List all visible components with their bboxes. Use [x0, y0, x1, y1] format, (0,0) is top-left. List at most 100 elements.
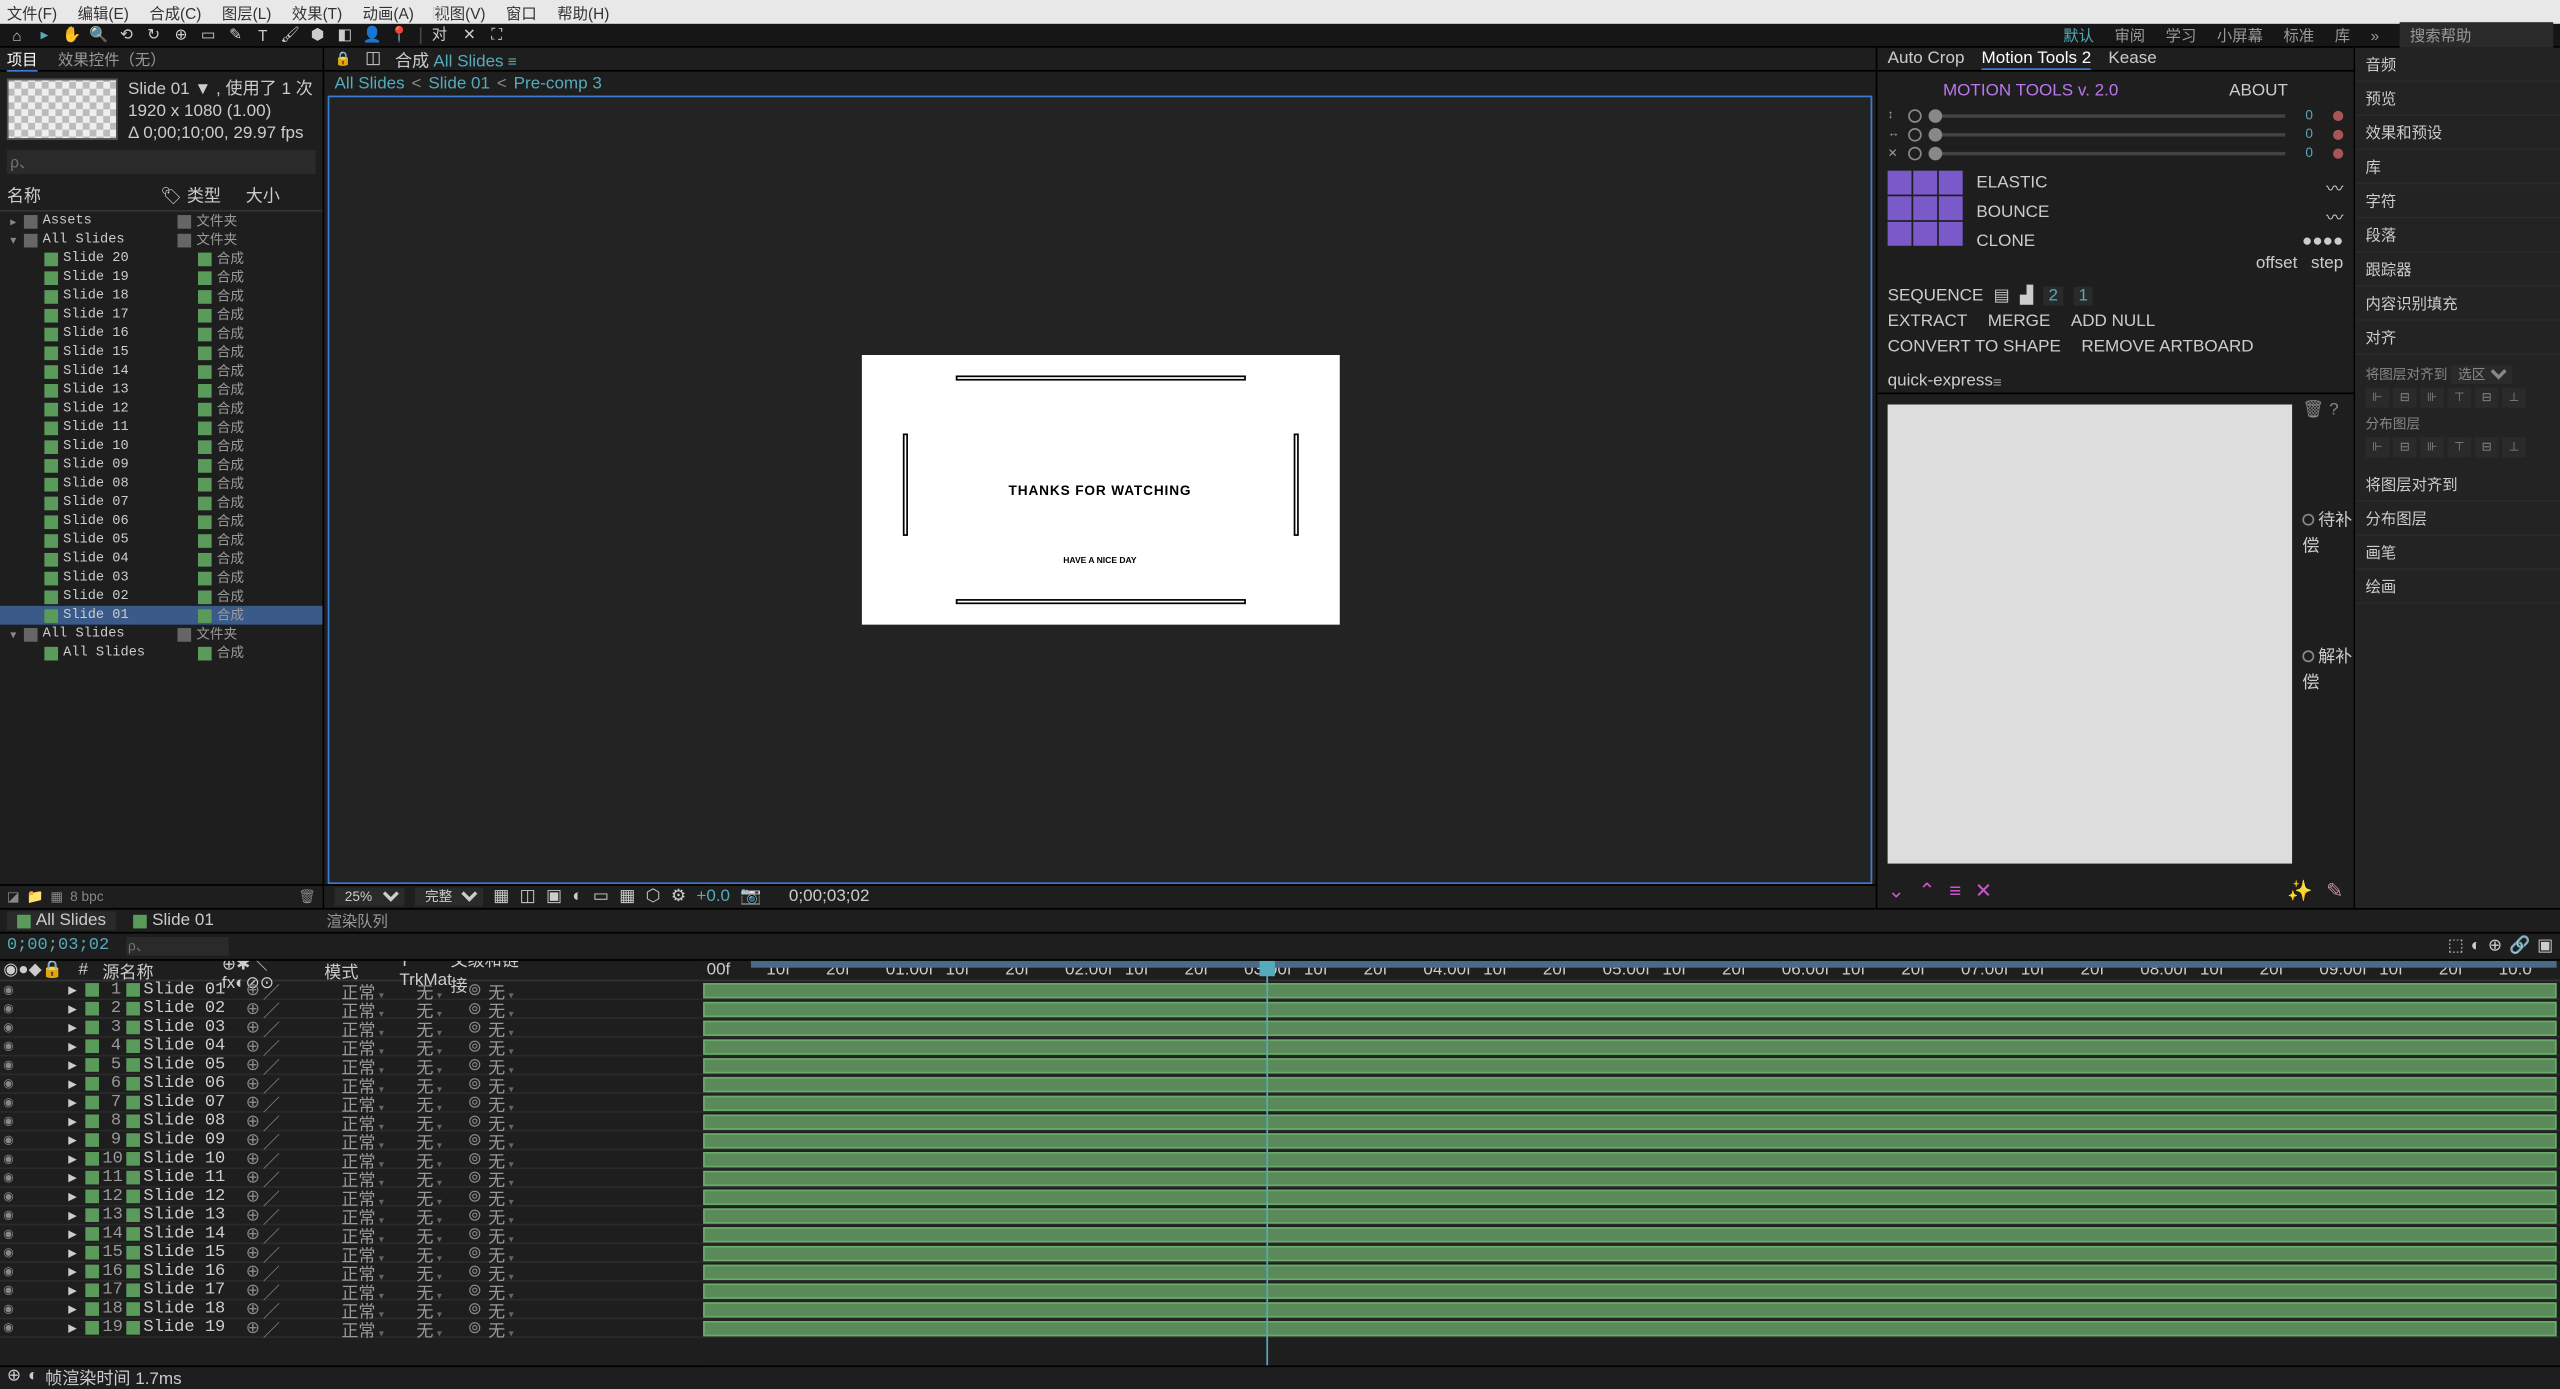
exposure[interactable]: +0.0 — [696, 887, 730, 906]
hand-icon[interactable]: ✋ — [61, 25, 81, 45]
lock-icon[interactable]: 🔒 — [335, 51, 352, 66]
ws-small[interactable]: 小屏幕 — [2217, 24, 2263, 46]
layer-bar[interactable] — [700, 1113, 2560, 1132]
tab-project[interactable]: 项目 — [7, 47, 38, 71]
interpret-icon[interactable]: ◪ — [7, 889, 20, 904]
dock-panel[interactable]: 分布图层 — [2355, 502, 2560, 536]
brush-icon[interactable]: 🖌 — [280, 25, 300, 45]
ws-std[interactable]: 标准 — [2283, 24, 2314, 46]
remove-artboard-button[interactable]: REMOVE ARTBOARD — [2081, 338, 2253, 357]
tl-icon[interactable]: 🔗 — [2509, 937, 2530, 956]
stamp-icon[interactable]: ⬢ — [307, 25, 327, 45]
layer-bar[interactable] — [700, 1319, 2560, 1338]
select-icon[interactable]: ▸ — [34, 25, 54, 45]
dock-panel[interactable]: 效果和预设 — [2355, 116, 2560, 150]
anchor-grid[interactable] — [1888, 171, 1963, 277]
work-area[interactable] — [751, 961, 2557, 968]
project-item[interactable]: Slide 11合成 — [0, 418, 323, 437]
rect-icon[interactable]: ▭ — [198, 25, 218, 45]
project-tree[interactable]: ▸Assets文件夹▾All Slides文件夹Slide 20合成Slide … — [0, 212, 323, 884]
text-icon[interactable]: T — [253, 25, 273, 45]
playhead[interactable] — [1266, 961, 1268, 1365]
qe-canvas[interactable] — [1888, 404, 2292, 863]
dock-panel[interactable]: 库 — [2355, 150, 2560, 184]
crumb-1[interactable]: Slide 01 — [428, 74, 490, 93]
project-item[interactable]: Slide 07合成 — [0, 493, 323, 512]
channel-icon[interactable]: ◐ — [572, 887, 582, 906]
dock-panel[interactable]: 字符 — [2355, 184, 2560, 218]
menu-item[interactable]: 效果(T) — [292, 1, 342, 23]
layer-row[interactable]: ◉▸19Slide 19⊕／正常▾无▾⊚无▾ — [0, 1319, 700, 1338]
zoom-select[interactable]: 25% — [335, 887, 405, 906]
project-item[interactable]: Slide 12合成 — [0, 399, 323, 418]
snapshot-icon[interactable]: 📷 — [740, 887, 761, 906]
tl-search[interactable] — [126, 937, 228, 956]
project-item[interactable]: Slide 06合成 — [0, 512, 323, 531]
col-size[interactable]: 大小 — [246, 181, 280, 207]
pen-icon[interactable]: ✎ — [225, 25, 245, 45]
guide-icon[interactable]: ◫ — [520, 887, 536, 906]
layer-bar[interactable] — [700, 1075, 2560, 1094]
orbit-icon[interactable]: ⟲ — [116, 25, 136, 45]
project-item[interactable]: ▸Assets文件夹 — [0, 212, 323, 231]
menu-item[interactable]: 编辑(E) — [78, 1, 129, 23]
layer-bar[interactable] — [700, 1207, 2560, 1226]
bpc-toggle[interactable]: 8 bpc — [70, 889, 103, 904]
extract-button[interactable]: EXTRACT — [1888, 312, 1968, 331]
project-item[interactable]: Slide 16合成 — [0, 324, 323, 343]
expand-icon[interactable]: ⛶ — [486, 25, 506, 45]
seq-icon[interactable]: ▤ — [1994, 287, 2010, 306]
seq-stair-icon[interactable]: ▟ — [2020, 287, 2033, 306]
project-item[interactable]: Slide 15合成 — [0, 343, 323, 362]
dock-panel[interactable]: 预览 — [2355, 82, 2560, 116]
layer-bar[interactable] — [700, 1038, 2560, 1057]
layer-bar[interactable] — [700, 981, 2560, 1000]
convert-button[interactable]: CONVERT TO SHAPE — [1888, 338, 2061, 357]
dock-panel[interactable]: 对齐 — [2355, 321, 2560, 355]
anchor-icon[interactable]: ⊕ — [171, 25, 191, 45]
menu-item[interactable]: 文件(F) — [7, 1, 57, 23]
layer-bar[interactable] — [700, 1150, 2560, 1169]
trash-icon[interactable]: 🗑 — [298, 889, 315, 904]
qe-down-icon[interactable]: ⌄ — [1888, 879, 1905, 903]
roto-icon[interactable]: 👤 — [362, 25, 382, 45]
crumb-0[interactable]: All Slides — [335, 74, 405, 93]
trash-icon[interactable]: 🗑 — [2302, 401, 2324, 420]
dock-panel[interactable]: 绘画 — [2355, 570, 2560, 604]
comp-tab[interactable]: 合成 All Slides ≡ — [395, 46, 517, 72]
eraser-icon[interactable]: ◧ — [335, 25, 355, 45]
project-item[interactable]: Slide 10合成 — [0, 437, 323, 456]
project-item[interactable]: Slide 02合成 — [0, 587, 323, 606]
gear-icon[interactable]: ⚙ — [671, 887, 686, 906]
qe-picker-icon[interactable]: ✎ — [2326, 879, 2343, 903]
project-item[interactable]: Slide 14合成 — [0, 362, 323, 381]
ws-default[interactable]: 默认 — [2063, 24, 2094, 46]
qe-up-icon[interactable]: ⌃ — [1918, 879, 1935, 903]
menu-item[interactable]: 图层(L) — [222, 1, 271, 23]
menu-item[interactable]: 窗口 — [506, 1, 537, 23]
grid-icon[interactable]: ▦ — [493, 887, 509, 906]
help-icon[interactable]: ? — [2329, 401, 2338, 420]
home-icon[interactable]: ⌂ — [7, 25, 27, 45]
dock-panel[interactable]: 音频 — [2355, 48, 2560, 82]
toggle-switches-icon[interactable]: ⊕ — [7, 1367, 21, 1386]
viewer[interactable]: THANKS FOR WATCHING HAVE A NICE DAY — [328, 96, 1873, 884]
toggle-modes-icon[interactable]: ◐ — [28, 1367, 38, 1386]
new-comp-icon[interactable]: ▦ — [50, 889, 63, 904]
tab-kease[interactable]: Kease — [2108, 49, 2156, 68]
tl-icon[interactable]: ⬚ — [2448, 937, 2464, 956]
dock-panel[interactable]: 画笔 — [2355, 536, 2560, 570]
layer-bar[interactable] — [700, 1225, 2560, 1244]
layer-bar[interactable] — [700, 1132, 2560, 1151]
tab-motiontools[interactable]: Motion Tools 2 — [1982, 49, 2092, 69]
project-item[interactable]: ▾All Slides文件夹 — [0, 625, 323, 644]
arrows-icon[interactable]: ✕ — [459, 25, 479, 45]
project-item[interactable]: Slide 04合成 — [0, 550, 323, 569]
col-type[interactable]: 🏷 类型 — [160, 181, 245, 207]
qe-magic-icon[interactable]: ✨ — [2287, 879, 2313, 903]
layer-bar[interactable] — [700, 1169, 2560, 1188]
tab-autocrop[interactable]: Auto Crop — [1888, 49, 1965, 68]
layer-bar[interactable] — [700, 1000, 2560, 1019]
puppet-icon[interactable]: 📍 — [389, 25, 409, 45]
project-item[interactable]: Slide 05合成 — [0, 531, 323, 550]
